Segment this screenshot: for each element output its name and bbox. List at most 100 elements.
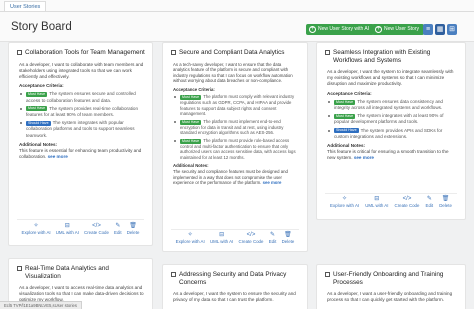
uml-icon: ⊟ <box>64 223 70 229</box>
plus-icon: + <box>309 26 316 33</box>
notes-content: This feature is critical for ensuring a … <box>327 149 449 161</box>
new-user-story-ai-label: New User Story with AI <box>318 26 370 32</box>
story-card[interactable]: Seamless Integration with Existing Workf… <box>316 42 466 220</box>
uml-icon: ⊟ <box>219 232 225 238</box>
select-checkbox[interactable] <box>171 272 176 277</box>
edit-icon: ✎ <box>115 223 121 229</box>
tab-user-stories[interactable]: User Stories <box>4 1 47 11</box>
card-actions: ✧ Explore with AI ⊟ UML with AI </> Create … <box>163 232 307 244</box>
code-icon: </> <box>246 232 256 238</box>
explore-with-ai-button[interactable]: ✧ Explore with AI <box>22 223 51 235</box>
action-label: UML with AI <box>365 203 389 208</box>
edit-button[interactable]: ✎ Edit <box>426 196 434 208</box>
explore-with-ai-button[interactable]: ✧ Explore with AI <box>330 196 359 208</box>
notes-text: The security and compliance features mus… <box>173 169 299 186</box>
story-description: As a developer, I want a user-friendly o… <box>327 291 453 303</box>
page-title: Story Board <box>11 21 72 33</box>
edit-icon: ✎ <box>270 232 276 238</box>
action-label: Edit <box>268 239 277 244</box>
action-label: Explore with AI <box>175 239 205 244</box>
divider <box>325 193 457 194</box>
divider <box>171 229 299 230</box>
sparkle-icon: ✧ <box>187 232 193 238</box>
criteria-heading: Acceptance Criteria: <box>173 86 215 92</box>
card-actions: ✧ Explore with AI ⊟ UML with AI </> Create … <box>9 223 152 235</box>
select-checkbox[interactable] <box>17 50 22 55</box>
select-checkbox[interactable] <box>325 272 330 277</box>
action-label: Delete <box>439 203 452 208</box>
sparkle-icon: ✧ <box>33 223 39 229</box>
criteria-item: Must Have The platform must comply with r… <box>173 94 299 116</box>
select-checkbox[interactable] <box>17 266 22 271</box>
trash-icon: 🗑 <box>129 223 137 229</box>
notes-content: This feature is essential for enhancing … <box>19 147 142 160</box>
sparkle-icon: ✧ <box>342 196 348 202</box>
code-icon: </> <box>92 223 101 229</box>
status-bar: Ecl5 TVP/l1E1a9BNLVE5,sUser stories <box>0 301 82 309</box>
criteria-item: Must Have The system ensures data consist… <box>327 99 457 111</box>
story-description: As a developer, I want the system to int… <box>327 69 454 87</box>
create-code-button[interactable]: </> Create Code <box>84 223 109 235</box>
grid-view-icon[interactable]: ▦ <box>435 24 445 35</box>
criteria-item: Must Have The system integrates with at l… <box>327 113 457 125</box>
uml-with-ai-button[interactable]: ⊟ UML with AI <box>56 223 79 235</box>
create-code-button[interactable]: </> Create Code <box>395 196 420 208</box>
criteria-heading: Acceptance Criteria: <box>327 90 372 96</box>
priority-badge: Should Have <box>26 120 51 126</box>
criteria-item: Must Have The system ensures secure and c… <box>19 91 144 103</box>
criteria-item: Must Have The platform must provide role-… <box>173 138 299 160</box>
priority-badge: Must Have <box>334 99 356 105</box>
see-more-link[interactable]: see more <box>263 180 282 185</box>
story-card[interactable]: Addressing Security and Data Privacy Con… <box>162 264 308 309</box>
new-user-story-button[interactable]: + New User Story <box>372 24 425 35</box>
action-label: Explore with AI <box>330 203 360 208</box>
browser-tabbar: User Stories <box>0 0 474 12</box>
uml-with-ai-button[interactable]: ⊟ UML with AI <box>365 196 388 208</box>
page-header: Story Board + New User Story with AI + N… <box>0 12 474 42</box>
delete-button[interactable]: 🗑 Delete <box>439 196 452 208</box>
code-icon: </> <box>402 196 412 202</box>
action-label: Create Code <box>238 239 264 244</box>
uml-icon: ⊟ <box>374 196 380 202</box>
criteria-item: Should Have The system integrates with po… <box>19 120 144 139</box>
new-user-story-label: New User Story <box>384 26 420 32</box>
see-more-link[interactable]: see more <box>48 154 68 159</box>
edit-icon: ✎ <box>426 196 432 202</box>
uml-with-ai-button[interactable]: ⊟ UML with AI <box>210 232 233 244</box>
board-view-icon[interactable]: ⊞ <box>447 24 457 35</box>
criteria-item: Must Have The system provides real-time c… <box>19 106 144 118</box>
story-card[interactable]: Secure and Compliant Data Analytics As a… <box>162 42 308 252</box>
action-label: Delete <box>281 239 295 244</box>
story-card[interactable]: User-Friendly Onboarding and Training Pr… <box>316 264 466 309</box>
list-view-icon[interactable]: ≡ <box>423 24 433 35</box>
card-actions: ✧ Explore with AI ⊟ UML with AI </> Create … <box>317 196 465 208</box>
story-title: Secure and Compliant Data Analytics <box>179 49 285 56</box>
notes-text: This feature is essential for enhancing … <box>19 148 144 160</box>
priority-badge: Must Have <box>26 92 48 98</box>
action-label: Create Code <box>84 230 109 235</box>
priority-badge: Must Have <box>334 113 356 119</box>
trash-icon: 🗑 <box>441 196 450 202</box>
criteria-heading: Acceptance Criteria: <box>19 83 64 89</box>
select-checkbox[interactable] <box>171 50 176 55</box>
delete-button[interactable]: 🗑 Delete <box>127 223 140 235</box>
action-label: Explore with AI <box>21 230 51 235</box>
see-more-link[interactable]: see more <box>354 155 374 160</box>
delete-button[interactable]: 🗑 Delete <box>282 232 295 244</box>
create-code-button[interactable]: </> Create Code <box>239 232 264 244</box>
select-checkbox[interactable] <box>325 50 330 55</box>
action-label: Edit <box>425 203 434 208</box>
story-title: Real-Time Data Analytics and Visualizati… <box>25 265 109 280</box>
priority-badge: Should Have <box>334 128 359 134</box>
divider <box>17 219 144 220</box>
edit-button[interactable]: ✎ Edit <box>114 223 122 235</box>
story-title: User-Friendly Onboarding and Training Pr… <box>333 271 444 286</box>
story-title: Seamless Integration with Existing Workf… <box>333 49 431 64</box>
story-card[interactable]: Collaboration Tools for Team Management … <box>8 42 153 246</box>
new-user-story-ai-button[interactable]: + New User Story with AI <box>306 24 375 35</box>
criteria-item: Should Have The system provides APIs and … <box>327 128 457 140</box>
trash-icon: 🗑 <box>284 232 292 238</box>
edit-button[interactable]: ✎ Edit <box>269 232 277 244</box>
explore-with-ai-button[interactable]: ✧ Explore with AI <box>176 232 205 244</box>
action-label: UML with AI <box>209 239 234 244</box>
